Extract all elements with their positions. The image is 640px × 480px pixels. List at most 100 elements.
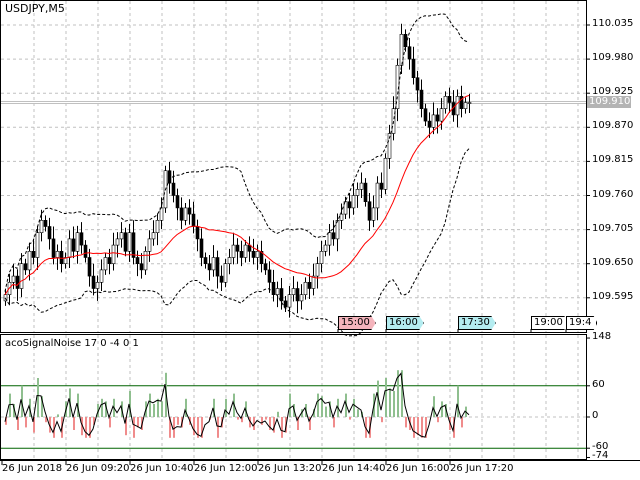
candle-body — [123, 232, 128, 252]
indicator-histogram-bar — [393, 391, 395, 417]
indicator-histogram-bar — [133, 417, 135, 438]
candle-body — [91, 275, 96, 289]
indicator-histogram-bar — [217, 417, 219, 438]
candle-body — [379, 182, 384, 190]
candle-body — [143, 251, 148, 271]
indicator-histogram-bar — [193, 417, 195, 436]
indicator-histogram-bar — [437, 417, 439, 423]
candle-body — [51, 238, 56, 258]
candle-body — [207, 263, 212, 271]
candle-body — [315, 263, 320, 277]
candle-body — [179, 207, 184, 221]
candle-body — [31, 251, 36, 258]
current-price-label: 109.910 — [587, 96, 631, 108]
indicator-histogram-bar — [461, 417, 463, 428]
candle-body — [23, 263, 28, 271]
indicator-histogram-bar — [353, 398, 355, 417]
indicator-histogram-bar — [333, 417, 335, 428]
candle-body — [39, 220, 44, 234]
candle-body — [199, 238, 204, 258]
candle-body — [195, 226, 200, 240]
candle-body — [359, 182, 364, 190]
candle-body — [291, 288, 296, 295]
indicator-histogram-bar — [153, 404, 155, 417]
candle-body — [87, 257, 92, 277]
indicator-title: acoSignalNoise 17 0 -4 0 1 — [5, 338, 139, 349]
indicator-histogram-bar — [85, 417, 87, 438]
candle-body — [411, 58, 416, 78]
indicator-histogram-bar — [349, 417, 351, 420]
candle-body — [183, 207, 188, 221]
candle-body — [279, 288, 284, 302]
session-time-tag: 15:00 — [338, 316, 376, 330]
indicator-histogram-bar — [433, 396, 435, 417]
candle-body — [215, 257, 220, 277]
chart-window[interactable]: USDJPY,M5 acoSignalNoise 17 0 -4 0 1 109… — [0, 0, 640, 480]
price-axis-label: 110.035 — [592, 18, 634, 29]
price-axis-label: 109.980 — [592, 52, 634, 64]
indicator-histogram-bar — [289, 393, 291, 417]
indicator-histogram-bar — [417, 417, 419, 436]
indicator-histogram-bar — [405, 417, 407, 428]
candle-body — [443, 96, 448, 110]
candle-body — [219, 275, 224, 283]
candle-body — [447, 96, 452, 103]
candle-body — [19, 263, 24, 289]
price-axis-label: 109.595 — [592, 290, 634, 302]
candle-body — [95, 281, 100, 289]
indicator-histogram-bar — [357, 409, 359, 417]
indicator-histogram-bar — [277, 411, 279, 417]
indicator-histogram-bar — [57, 414, 59, 417]
candle-body — [223, 263, 228, 283]
candle-body — [275, 288, 280, 295]
candle-body — [203, 257, 208, 264]
candle-body — [43, 220, 48, 227]
candle-body — [371, 207, 376, 221]
chart-canvas[interactable] — [0, 0, 640, 480]
candle-body — [211, 257, 216, 271]
indicator-histogram-bar — [265, 417, 267, 420]
candle-body — [47, 226, 52, 240]
candle-body — [463, 102, 468, 109]
candle-body — [303, 281, 308, 295]
indicator-histogram-bar — [389, 388, 391, 417]
candle-body — [427, 120, 432, 128]
candle-body — [363, 182, 368, 203]
candle-body — [235, 244, 240, 252]
indicator-axis-label: -74 — [592, 450, 609, 462]
candle-body — [319, 251, 324, 265]
indicator-histogram-bar — [441, 401, 443, 417]
time-axis-label: 26 Jun 13:20 — [258, 463, 322, 474]
candle-body — [455, 96, 460, 116]
candle-body — [351, 195, 356, 209]
time-axis-label: 26 Jun 16:00 — [386, 463, 450, 474]
indicator-histogram-bar — [25, 417, 27, 428]
indicator-histogram-bar — [161, 401, 163, 417]
candle-body — [375, 182, 380, 209]
indicator-histogram-bar — [385, 378, 387, 417]
candle-body — [431, 114, 436, 128]
price-axis-label: 109.870 — [592, 120, 634, 132]
candle-body — [175, 195, 180, 209]
candle-body — [435, 114, 440, 122]
candle-body — [187, 207, 192, 215]
candle-body — [239, 251, 244, 258]
candle-body — [307, 281, 312, 289]
candle-body — [299, 294, 304, 302]
time-axis-label: 26 Jun 12:00 — [194, 463, 258, 474]
candle-body — [75, 232, 80, 252]
candle-body — [383, 158, 388, 190]
candle-body — [79, 232, 84, 246]
chart-title: USDJPY,M5 — [5, 2, 65, 15]
candle-body — [191, 213, 196, 227]
indicator-histogram-bar — [177, 417, 179, 425]
indicator-histogram-bar — [317, 393, 319, 417]
candle-body — [115, 238, 120, 246]
price-axis-label: 109.925 — [592, 86, 634, 98]
time-axis-label: 26 Jun 17:20 — [450, 463, 514, 474]
candle-body — [171, 182, 176, 196]
price-axis-label: 109.760 — [592, 188, 634, 200]
time-axis-label: 26 Jun 2018 — [2, 463, 63, 474]
indicator-histogram-bar — [157, 398, 159, 417]
candle-body — [15, 275, 20, 289]
